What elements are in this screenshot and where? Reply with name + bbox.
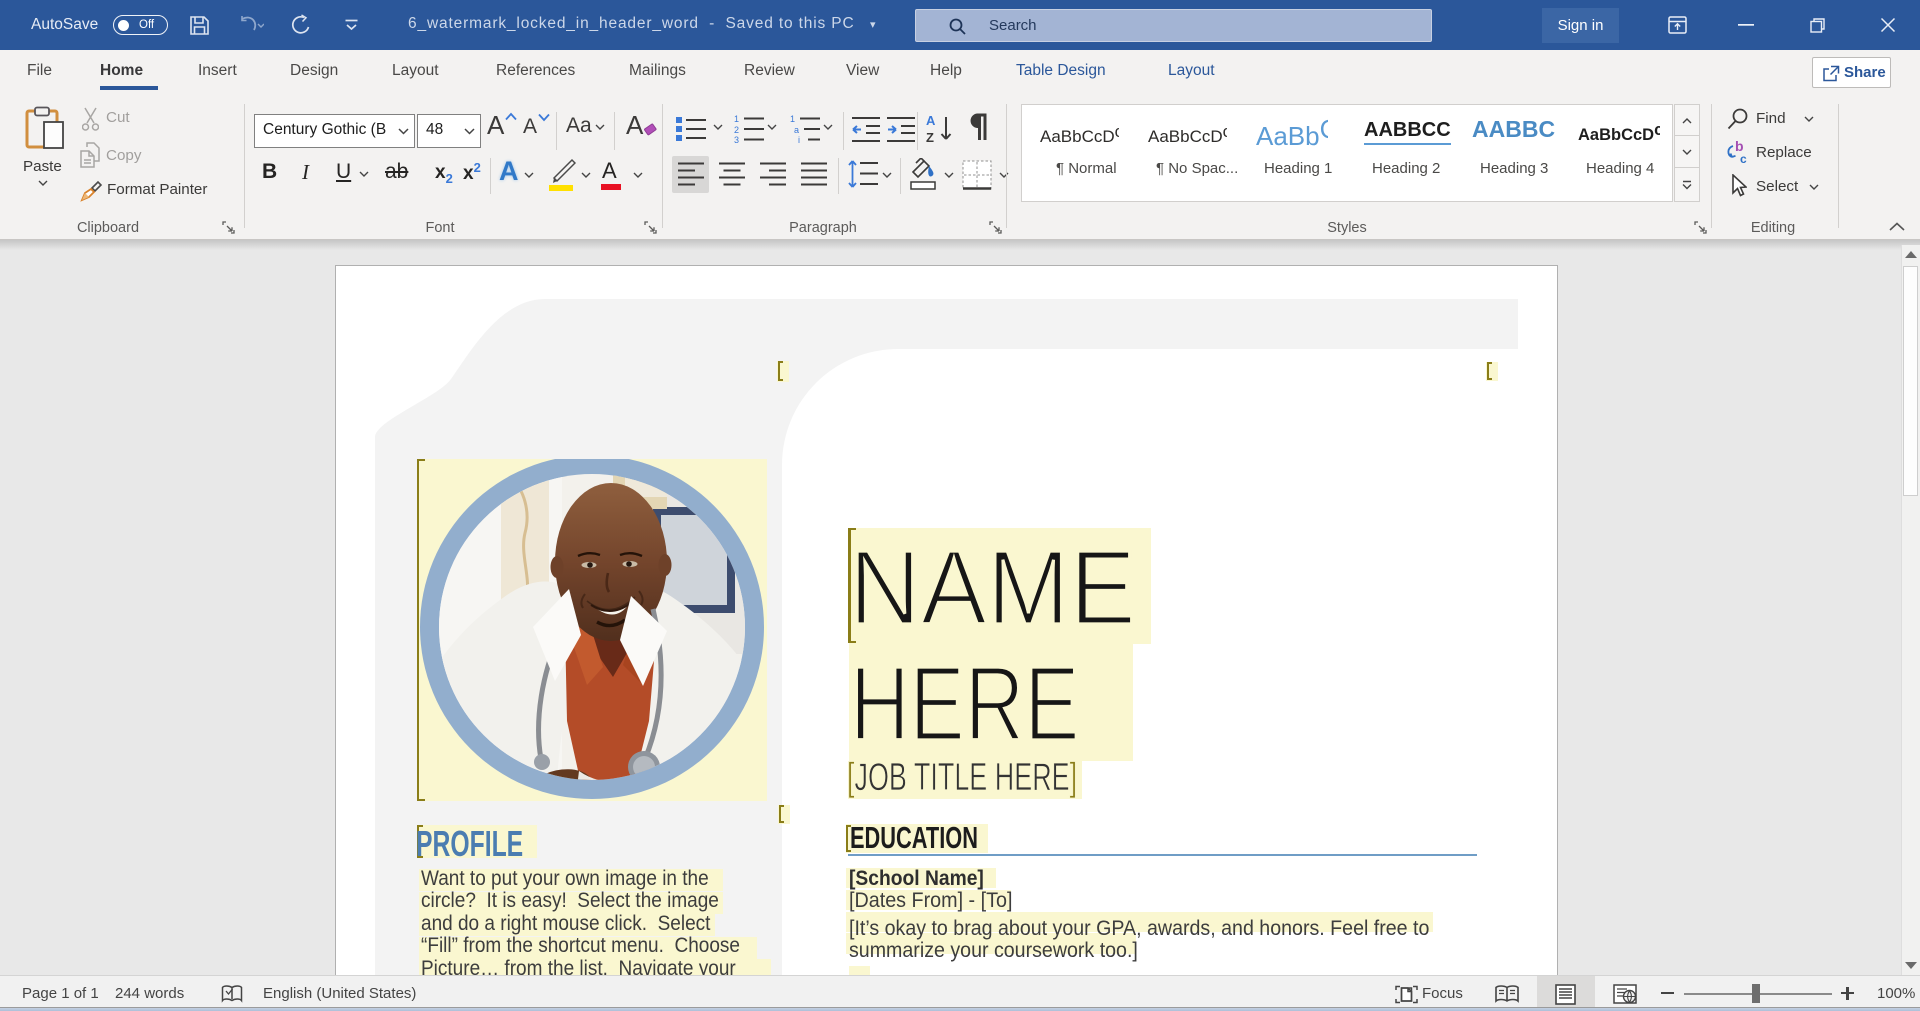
svg-text:a: a [794, 125, 799, 135]
svg-text:i: i [798, 135, 800, 144]
svg-text:3: 3 [734, 135, 739, 144]
svg-text:c: c [1740, 152, 1747, 165]
svg-text:Z: Z [926, 130, 934, 144]
svg-text:1: 1 [790, 114, 795, 124]
svg-text:A: A [926, 114, 936, 128]
svg-text:2: 2 [734, 125, 739, 135]
svg-text:1: 1 [734, 114, 739, 124]
